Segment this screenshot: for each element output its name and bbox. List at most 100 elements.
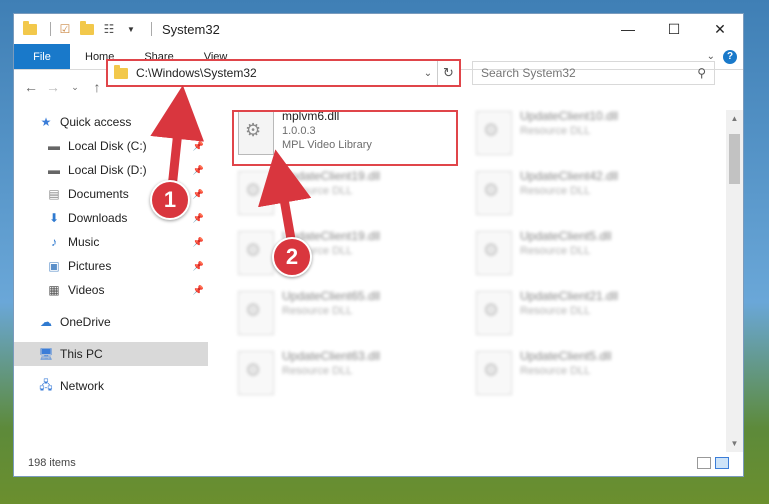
music-icon: ♪ — [51, 235, 57, 249]
drive-icon: ▬ — [48, 163, 60, 177]
sidebar-item-label: OneDrive — [60, 315, 111, 329]
navigation-pane: ★ Quick access ▬ Local Disk (C:) 📌 ▬ Loc… — [14, 110, 208, 450]
sidebar-item-label: Quick access — [60, 115, 132, 129]
close-button[interactable]: ✕ — [697, 14, 743, 44]
address-path[interactable]: C:\Windows\System32 — [136, 66, 419, 80]
sidebar-item-label: Pictures — [68, 259, 112, 273]
file-item[interactable]: UpdateClient5.dll Resource DLL — [468, 225, 693, 281]
sidebar-item-label: Music — [68, 235, 100, 249]
file-type: Resource DLL — [520, 305, 591, 317]
sidebar-item-label: Local Disk (C:) — [68, 139, 147, 153]
file-name: UpdateClient10.dll — [520, 109, 619, 123]
highlight-box — [232, 110, 458, 166]
pin-icon: 📌 — [192, 140, 204, 151]
file-item[interactable]: UpdateClient21.dll Resource DLL — [468, 285, 693, 341]
file-name: UpdateClient5.dll — [520, 229, 612, 243]
up-arrow-icon[interactable]: ↑ — [86, 79, 108, 95]
sidebar-item-quick-access[interactable]: ★ Quick access — [14, 110, 208, 134]
status-bar: 198 items — [14, 450, 743, 476]
step-marker-2: 2 — [272, 237, 312, 277]
pin-icon: 📌 — [192, 164, 204, 175]
scroll-up-icon[interactable]: ▲ — [726, 110, 743, 127]
sidebar-item-label: Downloads — [68, 211, 128, 225]
sidebar-item-pictures[interactable]: ▣ Pictures 📌 — [14, 254, 208, 278]
file-item[interactable]: UpdateClient42.dll Resource DLL — [468, 165, 693, 221]
file-name: UpdateClient63.dll — [282, 349, 381, 363]
search-icon[interactable]: ⚲ — [697, 66, 706, 80]
sidebar-item-label: Network — [60, 379, 105, 393]
folder-icon — [22, 20, 38, 37]
cloud-icon: ☁ — [40, 315, 52, 329]
details-view-icon[interactable] — [697, 457, 711, 469]
item-count: 198 items — [28, 457, 76, 469]
new-folder-icon[interactable] — [79, 20, 95, 37]
pin-icon: 📌 — [192, 212, 204, 223]
pin-icon: 📌 — [192, 236, 204, 247]
file-item[interactable]: UpdateClient63.dll Resource DLL — [230, 345, 455, 401]
minimize-button[interactable]: — — [605, 14, 651, 44]
file-item[interactable]: UpdateClient5.dll Resource DLL — [468, 345, 693, 401]
sidebar-item-label: This PC — [60, 347, 103, 361]
step-marker-1: 1 — [150, 180, 190, 220]
file-type: Resource DLL — [282, 365, 353, 377]
chevron-down-icon[interactable]: ⌄ — [419, 68, 437, 79]
sidebar-item-music[interactable]: ♪ Music 📌 — [14, 230, 208, 254]
dll-file-icon — [476, 291, 512, 335]
dll-file-icon — [476, 171, 512, 215]
help-icon[interactable]: ? — [723, 49, 737, 64]
sidebar-item-this-pc[interactable]: 🖥 This PC — [14, 342, 208, 366]
customize-icon[interactable]: ☷ — [101, 21, 117, 37]
sidebar-item-onedrive[interactable]: ☁ OneDrive — [14, 310, 208, 334]
dll-file-icon — [238, 171, 274, 215]
file-type: Resource DLL — [520, 185, 591, 197]
file-item[interactable]: UpdateClient65.dll Resource DLL — [230, 285, 455, 341]
sidebar-item-local-disk-d[interactable]: ▬ Local Disk (D:) 📌 — [14, 158, 208, 182]
title-bar: ☑ ☷ ▼ System32 — ☐ ✕ — [14, 14, 743, 44]
computer-icon: 🖥 — [38, 347, 54, 361]
download-icon: ⬇ — [48, 211, 60, 225]
window-title: System32 — [162, 21, 220, 37]
tab-file[interactable]: File — [14, 44, 70, 69]
file-type: Resource DLL — [520, 245, 591, 257]
file-type: Resource DLL — [520, 125, 591, 137]
sidebar-item-videos[interactable]: ▦ Videos 📌 — [14, 278, 208, 302]
vertical-scrollbar[interactable]: ▲ ▼ — [726, 110, 743, 452]
videos-icon: ▦ — [48, 283, 60, 297]
file-type: Resource DLL — [282, 185, 353, 197]
file-name: UpdateClient65.dll — [282, 289, 381, 303]
search-input[interactable] — [481, 66, 698, 80]
scroll-thumb[interactable] — [729, 134, 740, 184]
pin-icon: 📌 — [192, 188, 204, 199]
dll-file-icon — [476, 231, 512, 275]
file-type: Resource DLL — [282, 305, 353, 317]
back-arrow-icon[interactable]: ← — [20, 79, 42, 95]
file-item[interactable]: UpdateClient10.dll Resource DLL — [468, 105, 693, 161]
file-name: UpdateClient5.dll — [520, 349, 612, 363]
forward-arrow-icon[interactable]: → — [42, 79, 64, 95]
address-bar[interactable]: C:\Windows\System32 ⌄ ↻ — [106, 59, 461, 87]
dll-file-icon — [476, 351, 512, 395]
file-item[interactable]: UpdateClient19.dllResource DLL — [230, 165, 455, 221]
documents-icon: ▤ — [48, 187, 60, 201]
sidebar-item-local-disk-c[interactable]: ▬ Local Disk (C:) 📌 — [14, 134, 208, 158]
dll-file-icon — [476, 111, 512, 155]
pin-icon: 📌 — [192, 284, 204, 295]
drive-icon: ▬ — [48, 139, 60, 153]
dll-file-icon — [238, 231, 274, 275]
dll-file-icon — [238, 351, 274, 395]
recent-locations-icon[interactable]: ⌄ — [64, 82, 86, 93]
properties-icon[interactable]: ☑ — [57, 21, 73, 37]
folder-icon — [114, 64, 128, 79]
search-box[interactable]: ⚲ — [472, 61, 715, 85]
maximize-button[interactable]: ☐ — [651, 14, 697, 44]
large-icons-view-icon[interactable] — [715, 457, 729, 469]
sidebar-item-label: Videos — [68, 283, 105, 297]
pin-icon: 📌 — [192, 260, 204, 271]
sidebar-item-network[interactable]: 🖧 Network — [14, 374, 208, 398]
file-type: Resource DLL — [520, 365, 591, 377]
file-item[interactable]: UpdateClient19.dllResource DLL — [230, 225, 455, 281]
refresh-icon[interactable]: ↻ — [437, 61, 459, 85]
chevron-down-icon[interactable]: ▼ — [123, 21, 139, 37]
sidebar-item-label: Local Disk (D:) — [68, 163, 147, 177]
network-icon: 🖧 — [39, 377, 53, 392]
